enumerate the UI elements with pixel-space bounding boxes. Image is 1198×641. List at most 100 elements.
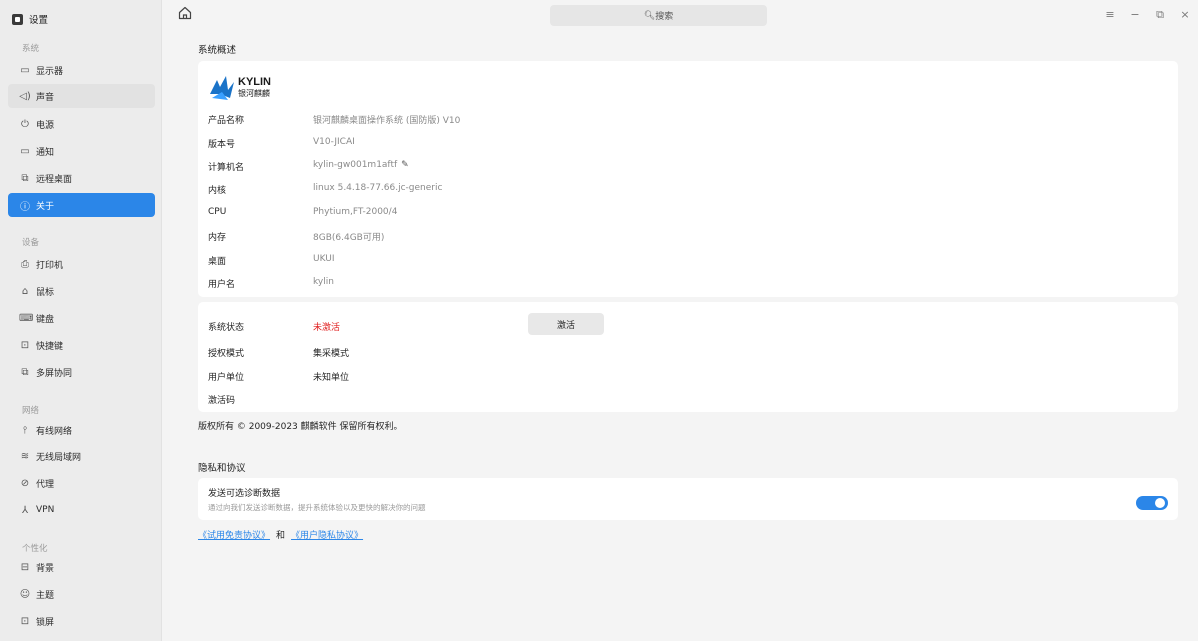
remote-desktop-icon: ⧉ xyxy=(21,172,29,184)
trial-disclaimer-link[interactable]: 《试用免责协议》 xyxy=(198,528,270,541)
app-title: 设置 xyxy=(12,11,48,27)
activation-card: 系统状态 未激活 激活 授权模式 集采模式 用户单位 未知单位 激活码 xyxy=(198,302,1178,412)
sidebar-item-remote-desktop[interactable]: ⧉ 远程桌面 xyxy=(8,166,155,190)
info-icon: ⓘ xyxy=(20,201,30,213)
sidebar-item-label: 打印机 xyxy=(36,260,64,271)
sidebar-item-vpn[interactable]: ⅄ VPN xyxy=(8,498,155,522)
sidebar-item-display[interactable]: ▭ 显示器 xyxy=(8,58,155,82)
notification-icon: ▭ xyxy=(20,145,30,157)
close-icon[interactable]: × xyxy=(1179,8,1191,22)
product-name-label: 产品名称 xyxy=(208,116,245,126)
sidebar: 设置 系统 ▭ 显示器 ◁) 声音 ⏻ 电源 ▭ 通知 ⧉ 远程桌面 ⓘ 关于 … xyxy=(0,0,162,641)
privacy-section-title: 隐私和协议 xyxy=(198,463,246,474)
memory-label: 内存 xyxy=(208,233,227,243)
search-placeholder: 搜索 xyxy=(655,12,674,22)
multiscreen-icon: ⧉ xyxy=(21,366,29,378)
product-name-value: 银河麒麟桌面操作系统 (国防版) V10 xyxy=(313,116,461,126)
activation-code-label: 激活码 xyxy=(208,396,236,406)
sidebar-item-label: VPN xyxy=(36,505,55,515)
main-content: 🔍︎ 搜索 ≡ − ⧉ × 系统概述 KYLIN 银河麒麟 产品名称 银河麒麟桌面… xyxy=(162,0,1198,641)
settings-app-icon xyxy=(12,13,23,25)
username-label: 用户名 xyxy=(208,280,236,290)
system-overview-card: KYLIN 银河麒麟 产品名称 银河麒麟桌面操作系统 (国防版) V10 版本号… xyxy=(198,61,1178,297)
cpu-value: Phytium,FT-2000/4 xyxy=(313,207,398,217)
diagnostics-card: 发送可选诊断数据 通过向我们发送诊断数据，提升系统体验以及更快的解决你的问题 xyxy=(198,478,1178,520)
sidebar-item-label: 锁屏 xyxy=(36,617,55,628)
sidebar-item-label: 代理 xyxy=(36,479,55,490)
wifi-icon: ≋ xyxy=(20,450,30,462)
sidebar-item-label: 声音 xyxy=(36,92,55,103)
sidebar-item-label: 远程桌面 xyxy=(36,174,73,185)
version-value: V10-JICAI xyxy=(313,137,355,147)
sidebar-item-notification[interactable]: ▭ 通知 xyxy=(8,139,155,163)
search-icon: 🔍︎ xyxy=(643,10,656,21)
edit-icon[interactable]: ✎ xyxy=(401,160,409,170)
background-icon: ⊟ xyxy=(20,561,30,573)
proxy-icon: ⊘ xyxy=(20,477,30,489)
app-title-text: 设置 xyxy=(29,15,49,26)
activate-button[interactable]: 激活 xyxy=(528,313,604,335)
version-label: 版本号 xyxy=(208,140,236,150)
copyright-text: 版权所有 © 2009-2023 麒麟软件 保留所有权利。 xyxy=(198,422,403,432)
printer-icon: ⎙ xyxy=(21,258,29,270)
monitor-icon: ▭ xyxy=(20,64,30,76)
sidebar-item-power[interactable]: ⏻ 电源 xyxy=(8,112,155,136)
diagnostics-toggle[interactable] xyxy=(1136,496,1168,510)
sidebar-item-lock-screen[interactable]: ⊡ 锁屏 xyxy=(8,609,155,633)
kylin-logo: KYLIN 银河麒麟 xyxy=(210,76,271,100)
mouse-icon: ⌂ xyxy=(21,285,29,297)
sidebar-item-shortcut[interactable]: ⊡ 快捷键 xyxy=(8,333,155,357)
sidebar-item-wifi[interactable]: ≋ 无线局域网 xyxy=(8,444,155,468)
user-org-value: 未知单位 xyxy=(313,373,350,383)
minimize-icon[interactable]: − xyxy=(1129,8,1141,22)
window-controls: ≡ − ⧉ × xyxy=(1104,8,1191,22)
sidebar-item-proxy[interactable]: ⊘ 代理 xyxy=(8,471,155,495)
hostname-label: 计算机名 xyxy=(208,163,245,173)
sidebar-item-label: 有线网络 xyxy=(36,426,73,437)
sidebar-item-printer[interactable]: ⎙ 打印机 xyxy=(8,252,155,276)
kernel-label: 内核 xyxy=(208,186,227,196)
sidebar-item-background[interactable]: ⊟ 背景 xyxy=(8,555,155,579)
sidebar-item-theme[interactable]: ☺ 主题 xyxy=(8,582,155,606)
system-status-value: 未激活 xyxy=(313,323,341,333)
shortcut-icon: ⊡ xyxy=(20,339,30,351)
hostname-value: kylin-gw001m1aftf xyxy=(313,160,398,170)
desktop-label: 桌面 xyxy=(208,257,227,267)
group-title-network: 网络 xyxy=(22,406,40,416)
power-icon: ⏻ xyxy=(21,118,29,130)
group-title-devices: 设备 xyxy=(22,238,40,248)
sidebar-item-wired-network[interactable]: ⫯ 有线网络 xyxy=(8,418,155,442)
user-org-label: 用户单位 xyxy=(208,373,245,383)
desktop-value: UKUI xyxy=(313,254,335,264)
kernel-value: linux 5.4.18-77.66.jc-generic xyxy=(313,183,443,193)
home-icon[interactable] xyxy=(177,5,193,21)
sidebar-item-label: 电源 xyxy=(36,120,55,131)
toggle-knob xyxy=(1155,498,1165,508)
sidebar-item-mouse[interactable]: ⌂ 鼠标 xyxy=(8,279,155,303)
search-input[interactable]: 🔍︎ 搜索 xyxy=(550,5,767,26)
sidebar-item-keyboard[interactable]: ⌨ 键盘 xyxy=(8,306,155,330)
sidebar-item-label: 背景 xyxy=(36,563,55,574)
agreement-links: 《试用免责协议》 和 《用户隐私协议》 xyxy=(198,528,363,541)
sidebar-item-label: 显示器 xyxy=(36,66,64,77)
system-status-label: 系统状态 xyxy=(208,323,245,333)
keyboard-icon: ⌨ xyxy=(19,312,34,324)
sidebar-item-about[interactable]: ⓘ 关于 xyxy=(8,193,155,217)
links-conjunction: 和 xyxy=(276,531,286,541)
group-title-personalization: 个性化 xyxy=(22,544,48,554)
sidebar-item-multiscreen[interactable]: ⧉ 多屏协同 xyxy=(8,360,155,384)
sound-icon: ◁) xyxy=(19,90,31,102)
diagnostics-option-title: 发送可选诊断数据 xyxy=(208,489,281,499)
restore-icon[interactable]: ⧉ xyxy=(1154,8,1166,22)
cpu-label: CPU xyxy=(208,207,227,217)
menu-icon[interactable]: ≡ xyxy=(1104,8,1116,22)
vpn-icon: ⅄ xyxy=(21,504,29,516)
privacy-policy-link[interactable]: 《用户隐私协议》 xyxy=(291,528,363,541)
sidebar-item-sound[interactable]: ◁) 声音 xyxy=(8,84,155,108)
lock-screen-icon: ⊡ xyxy=(20,615,30,627)
license-mode-value: 集采模式 xyxy=(313,349,350,359)
sidebar-item-label: 键盘 xyxy=(36,314,55,325)
sidebar-item-label: 多屏协同 xyxy=(36,368,73,379)
kylin-logo-subtext: 银河麒麟 xyxy=(238,88,270,98)
diagnostics-option-desc: 通过向我们发送诊断数据，提升系统体验以及更快的解决你的问题 xyxy=(208,503,426,512)
